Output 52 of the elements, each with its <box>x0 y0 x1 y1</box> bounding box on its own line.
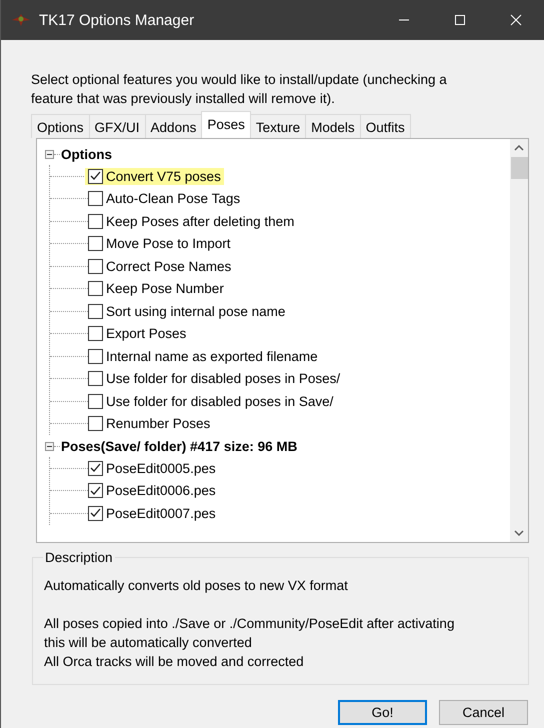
tree-item[interactable]: Keep Poses after deleting them <box>85 212 298 230</box>
tree-item[interactable]: Use folder for disabled poses in Save/ <box>85 392 336 410</box>
description-text: All Orca tracks will be moved and corrected <box>44 653 305 671</box>
checkbox[interactable] <box>88 348 103 364</box>
tree-item[interactable]: Move Pose to Import <box>85 235 234 252</box>
collapse-icon[interactable] <box>45 442 54 450</box>
tree-item[interactable]: Keep Pose Number <box>85 280 227 298</box>
maximize-icon <box>454 14 466 26</box>
checkbox[interactable] <box>88 460 103 476</box>
group-label[interactable]: Options <box>60 146 112 162</box>
description-text: Automatically converts old poses to new VX format <box>44 577 349 595</box>
checkbox[interactable] <box>88 394 103 409</box>
checkbox[interactable] <box>88 258 103 274</box>
checkbox[interactable] <box>88 191 103 206</box>
tree-item[interactable]: Auto-Clean Pose Tags <box>85 190 244 208</box>
checkbox[interactable] <box>88 304 103 319</box>
chevron-up-icon <box>514 145 524 151</box>
instructions-text: Select optional features you would like to install/update (unchecking a feature that was previously installed will remove it). <box>31 71 448 108</box>
tree-item[interactable]: PoseEdit0005.pes <box>85 460 219 477</box>
tree-item[interactable]: Correct Pose Names <box>85 258 234 275</box>
scroll-thumb[interactable] <box>510 157 528 179</box>
app-icon <box>11 13 31 27</box>
checkbox[interactable] <box>88 281 103 296</box>
dialog-button[interactable]: Cancel <box>439 700 528 725</box>
chevron-down-icon <box>514 530 524 536</box>
checkbox[interactable] <box>88 236 103 252</box>
collapse-icon[interactable] <box>45 150 54 158</box>
dialog-button[interactable]: Go! <box>338 700 427 725</box>
checkbox[interactable] <box>88 506 103 521</box>
tree-item[interactable]: Internal name as exported filename <box>85 348 321 365</box>
group-title: Description <box>43 550 115 565</box>
close-icon <box>510 14 522 26</box>
tree-item[interactable]: Renumber Poses <box>85 415 214 432</box>
tab[interactable]: Options <box>31 114 90 138</box>
group-label[interactable]: Poses(Save/ folder) #417 size: 96 MB <box>60 438 298 454</box>
checkbox[interactable] <box>88 214 103 229</box>
checkbox[interactable] <box>88 483 103 498</box>
tree-item[interactable]: PoseEdit0006.pes <box>85 482 219 500</box>
checkbox[interactable] <box>88 168 103 184</box>
description-text: All poses copied into ./Save or ./Community/PoseEdit after activating this will be automatically converted <box>44 615 456 652</box>
checkbox[interactable] <box>88 371 103 386</box>
checkbox[interactable] <box>88 326 103 342</box>
checkbox[interactable] <box>88 416 103 432</box>
tree-item[interactable]: Export Poses <box>85 325 190 342</box>
tree-item[interactable]: Sort using internal pose name <box>85 302 288 320</box>
scrollbar[interactable] <box>510 139 528 542</box>
tree-item[interactable]: Use folder for disabled poses in Poses/ <box>85 370 344 388</box>
tab[interactable]: Outfits <box>360 114 411 138</box>
tree-item[interactable]: PoseEdit0007.pes <box>85 504 219 522</box>
window-title: TK17 Options Manager <box>39 12 196 28</box>
tree-item[interactable]: Convert V75 poses <box>85 168 224 185</box>
tab[interactable]: Poses <box>201 111 251 138</box>
